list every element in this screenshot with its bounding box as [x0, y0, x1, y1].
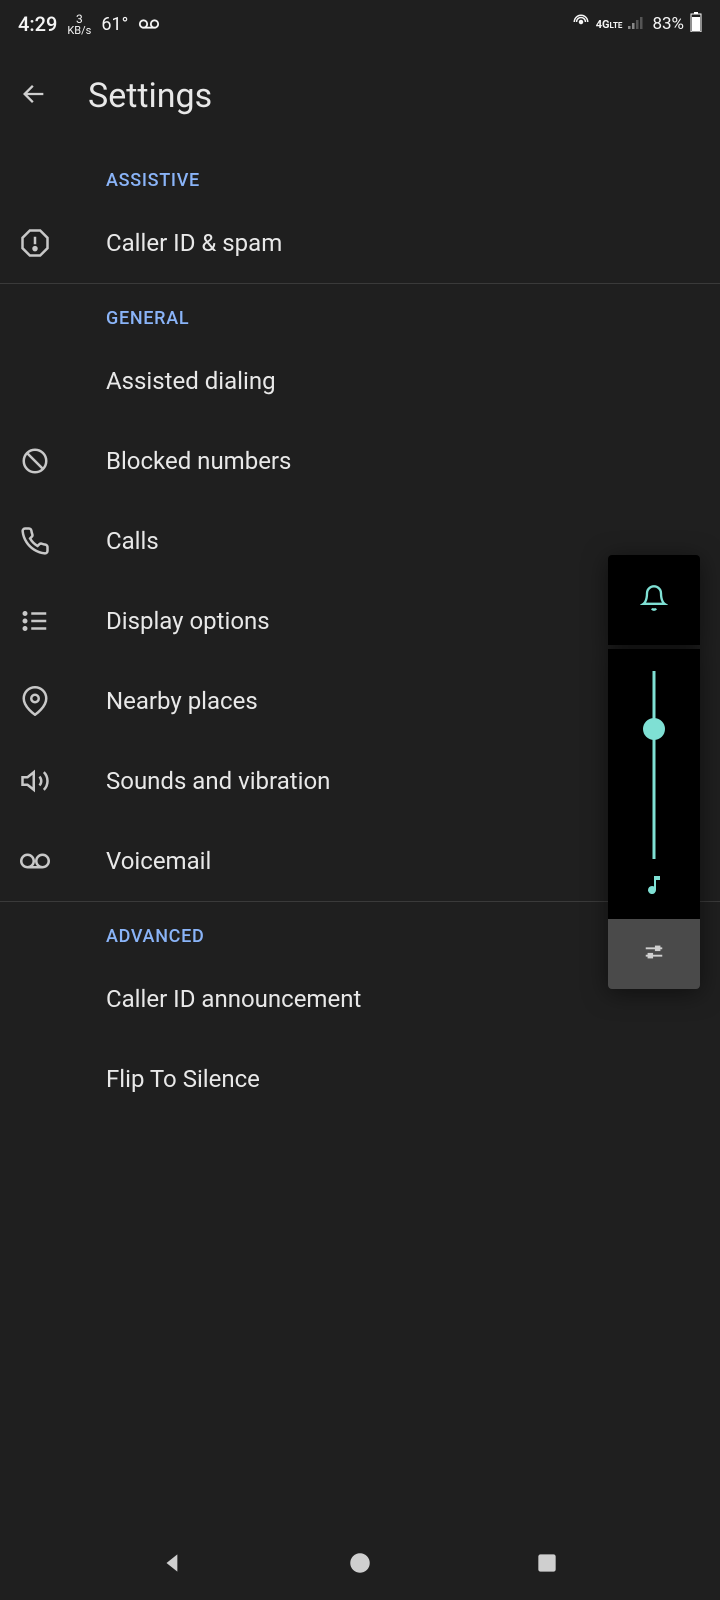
nav-bar [0, 1530, 720, 1600]
status-temp: 61° [101, 14, 128, 35]
nav-home-icon[interactable] [347, 1550, 373, 1580]
music-note-icon [642, 873, 666, 901]
slider-thumb[interactable] [643, 718, 665, 740]
section-header-assistive: ASSISTIVE [0, 146, 720, 203]
hotspot-icon [572, 13, 590, 36]
status-network: 4GLTE [596, 19, 623, 30]
item-label: Flip To Silence [20, 1065, 260, 1093]
item-label: Assisted dialing [20, 367, 276, 395]
item-label: Blocked numbers [80, 447, 291, 475]
item-label: Nearby places [80, 687, 258, 715]
status-time: 4:29 [18, 12, 57, 36]
volume-settings-button[interactable] [608, 919, 700, 989]
nav-recent-icon[interactable] [534, 1550, 560, 1580]
signal-icon [628, 14, 646, 34]
item-blocked-numbers[interactable]: Blocked numbers [0, 421, 720, 501]
location-icon [20, 686, 80, 716]
volume-slider[interactable] [608, 649, 700, 919]
voicemail-icon [20, 846, 80, 876]
item-label: Caller ID announcement [20, 985, 361, 1013]
volume-mode-button[interactable] [608, 555, 700, 645]
nav-back-icon[interactable] [160, 1550, 186, 1580]
item-label: Caller ID & spam [80, 229, 282, 257]
app-bar: Settings [0, 48, 720, 146]
status-bar: 4:29 3 KB/s 61° 4GLTE 83% [0, 0, 720, 48]
status-right: 4GLTE 83% [572, 12, 702, 37]
item-caller-id-spam[interactable]: Caller ID & spam [0, 203, 720, 283]
item-label: Calls [80, 527, 159, 555]
phone-icon [20, 526, 80, 556]
status-battery-pct: 83% [652, 14, 684, 34]
speaker-icon [20, 766, 80, 796]
battery-icon [690, 12, 702, 37]
block-icon [20, 446, 80, 476]
sliders-icon [643, 941, 665, 967]
slider-track [653, 671, 656, 859]
back-icon[interactable] [20, 80, 48, 112]
volume-panel [608, 555, 700, 989]
section-header-general: GENERAL [0, 284, 720, 341]
item-flip-to-silence[interactable]: Flip To Silence [0, 1039, 720, 1119]
item-label: Sounds and vibration [80, 767, 330, 795]
item-label: Display options [80, 607, 270, 635]
status-data-rate: 3 KB/s [67, 13, 91, 36]
list-icon [20, 606, 80, 636]
voicemail-icon [138, 14, 160, 35]
alert-octagon-icon [20, 228, 80, 258]
item-label: Voicemail [80, 847, 211, 875]
item-assisted-dialing[interactable]: Assisted dialing [0, 341, 720, 421]
page-title: Settings [88, 76, 212, 116]
status-left: 4:29 3 KB/s 61° [18, 12, 160, 36]
bell-icon [640, 584, 668, 616]
